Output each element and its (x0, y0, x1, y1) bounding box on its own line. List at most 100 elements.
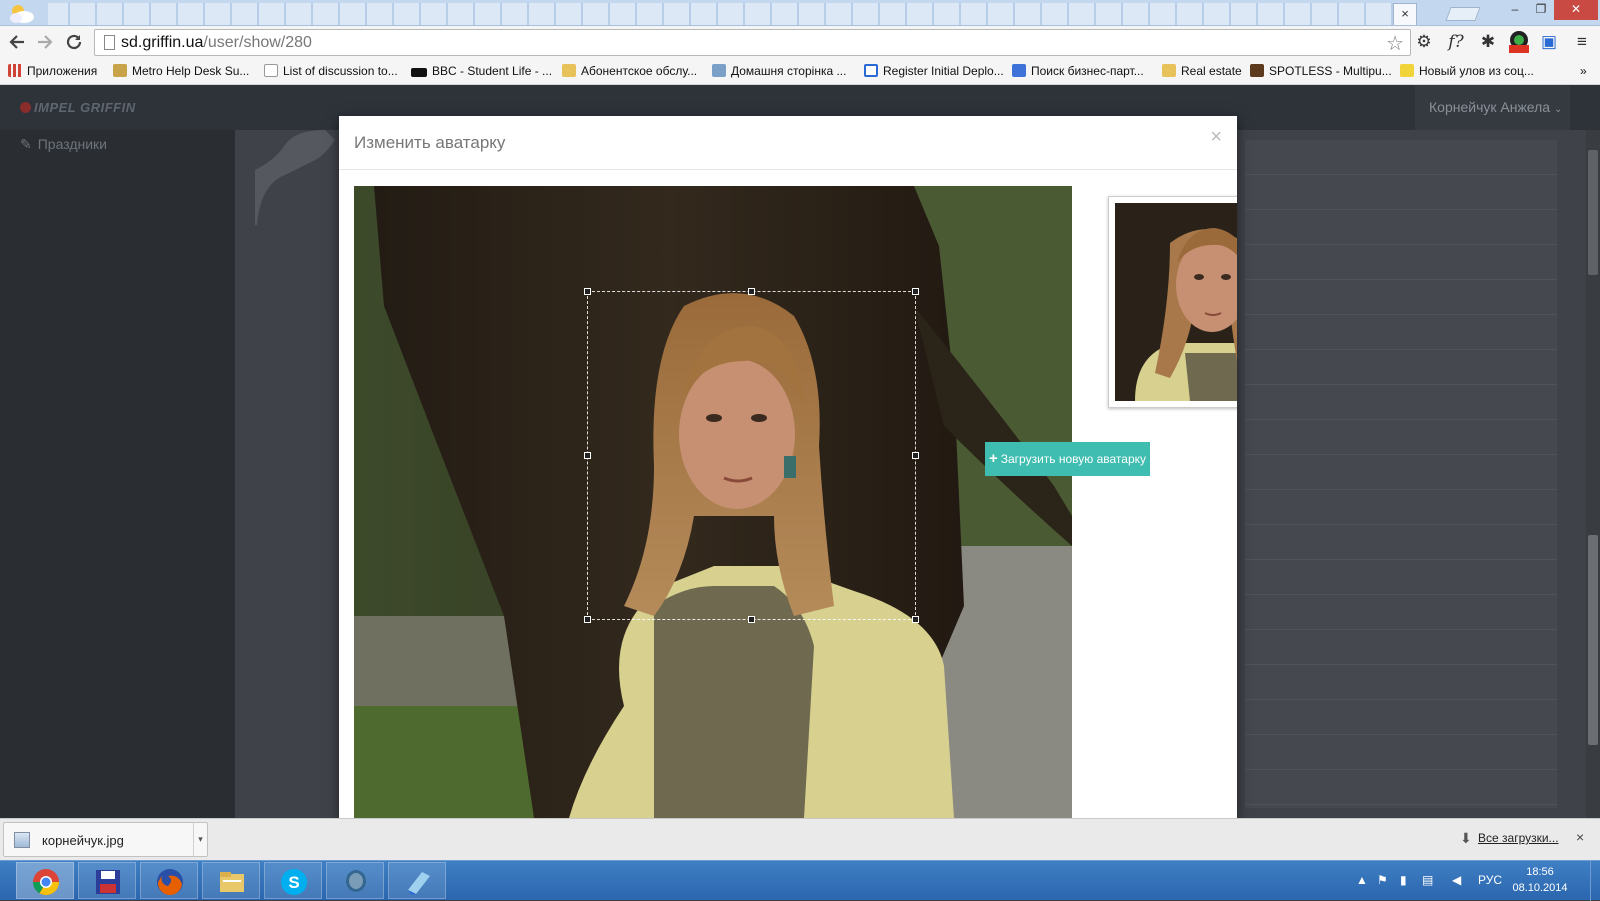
bookmark-star-icon[interactable]: ☆ (1386, 31, 1404, 56)
bookmark-business-search[interactable]: Поиск бизнес-парт... (1012, 63, 1144, 80)
show-desktop-button[interactable] (1590, 861, 1600, 901)
language-indicator[interactable]: РУС (1478, 873, 1502, 887)
folder-icon (562, 64, 576, 77)
browser-toolbar: sd.griffin.ua/user/show/280 ☆ ⚙ f? ✱ ▣ ≡ (0, 26, 1600, 58)
pinned-tabs[interactable] (48, 3, 1393, 25)
calendar-icon (864, 64, 878, 77)
taskbar-notes[interactable] (388, 862, 446, 899)
crop-handle-e[interactable] (912, 452, 919, 459)
bookmark-home-page[interactable]: Домашня сторінка ... (712, 63, 846, 80)
crop-selection[interactable] (584, 288, 919, 623)
bookmark-list-of-discussion[interactable]: List of discussion to... (264, 63, 398, 80)
bookmark-apps[interactable]: Приложения (8, 63, 97, 80)
upload-new-avatar-button[interactable]: + Загрузить новую аватарку (985, 442, 1150, 476)
downloads-bar: корнейчук.jpg ▾ ⬇ Все загрузки... × (0, 818, 1600, 860)
settings-gear-icon[interactable]: ⚙ (1412, 30, 1436, 54)
bookmark-real-estate[interactable]: Real estate (1162, 63, 1242, 80)
app-logo[interactable]: IMPEL GRIFFIN (20, 100, 136, 115)
bookmark-metro-help-desk[interactable]: Metro Help Desk Su... (113, 63, 249, 80)
avatar-source-photo[interactable] (354, 186, 1072, 818)
firefox-icon (157, 869, 183, 896)
power-icon[interactable]: ▮ (1400, 873, 1407, 887)
spotless-icon (1250, 64, 1264, 77)
address-bar[interactable]: sd.griffin.ua/user/show/280 ☆ (94, 29, 1411, 56)
new-tab-button[interactable] (1445, 7, 1481, 21)
taskbar-firefox[interactable] (140, 862, 198, 899)
back-button[interactable] (5, 30, 29, 54)
fish-icon (1400, 64, 1414, 77)
download-options-button[interactable]: ▾ (193, 823, 207, 856)
modal-close-button[interactable]: × (1210, 126, 1222, 149)
sidebar-item-holidays[interactable]: ✎ Праздники (20, 136, 107, 153)
pencil-icon: ✎ (20, 136, 32, 152)
profile-header-decoration (255, 130, 335, 225)
all-downloads-link[interactable]: Все загрузки... (1478, 831, 1559, 845)
bug-extension-icon[interactable]: ✱ (1476, 30, 1500, 54)
bookmark-abonent[interactable]: Абонентское обслу... (562, 63, 697, 80)
image-file-icon (14, 832, 30, 848)
action-center-flag-icon[interactable]: ⚑ (1377, 873, 1388, 887)
bookmark-register-initial[interactable]: Register Initial Deplo... (864, 63, 1004, 80)
crop-handle-ne[interactable] (912, 288, 919, 295)
content-rows (1245, 140, 1557, 808)
crop-handle-nw[interactable] (584, 288, 591, 295)
crop-handle-sw[interactable] (584, 616, 591, 623)
postgres-icon (346, 870, 366, 892)
taskbar-chrome[interactable] (16, 862, 74, 899)
network-icon[interactable]: ▤ (1422, 873, 1433, 887)
bookmarks-bar: Приложения Metro Help Desk Su... List of… (0, 58, 1600, 85)
avatar-preview (1108, 196, 1237, 408)
minimize-button[interactable]: – (1502, 0, 1528, 20)
weather-gadget-icon (10, 5, 34, 23)
user-menu[interactable]: Корнейчук Анжела ⌄ (1415, 85, 1570, 130)
calendar-extension-icon[interactable]: ▣ (1537, 30, 1561, 54)
chevron-down-icon: ⌄ (1553, 104, 1563, 115)
change-avatar-modal: Изменить аватарку × + Загрузить новую ав… (339, 116, 1237, 818)
crop-handle-w[interactable] (584, 452, 591, 459)
page-icon (264, 64, 278, 77)
url-text[interactable]: sd.griffin.ua/user/show/280 (121, 34, 312, 52)
windows-taskbar: S ▲ ⚑ ▮ ▤ ◀ РУС 18:56 08.10.2014 (0, 860, 1600, 901)
apps-grid-icon (8, 64, 22, 77)
clock-date: 08.10.2014 (1512, 882, 1568, 894)
scrollbar-thumb[interactable] (1588, 150, 1598, 275)
downloads-close-button[interactable]: × (1576, 829, 1584, 845)
crop-handle-se[interactable] (912, 616, 919, 623)
close-window-button[interactable]: ✕ (1554, 0, 1598, 20)
restore-button[interactable]: ❐ (1528, 0, 1554, 20)
bookmark-new-catch[interactable]: Новый улов из соц... (1400, 63, 1534, 80)
new-extension-icon[interactable] (1507, 30, 1531, 54)
forward-arrow-icon (38, 35, 53, 49)
back-arrow-icon (9, 35, 24, 49)
crop-handle-n[interactable] (748, 288, 755, 295)
avatar-preview-image (1115, 203, 1237, 401)
download-item[interactable]: корнейчук.jpg ▾ (3, 822, 208, 857)
menu-hamburger-icon[interactable]: ≡ (1570, 30, 1594, 54)
forward-button[interactable] (33, 30, 57, 54)
bookmark-bbc[interactable]: BBC - Student Life - ... (411, 63, 552, 80)
tray-expand-icon[interactable]: ▲ (1356, 873, 1368, 887)
sidebar: ✎ Праздники (0, 130, 235, 818)
bookmarks-overflow-button[interactable]: » (1580, 63, 1587, 80)
reload-button[interactable] (62, 30, 86, 54)
clock-time: 18:56 (1526, 866, 1554, 878)
logo-icon (20, 102, 31, 113)
volume-icon[interactable]: ◀ (1452, 873, 1461, 887)
crop-handle-s[interactable] (748, 616, 755, 623)
bbc-icon (411, 68, 427, 77)
bookmark-spotless[interactable]: SPOTLESS - Multipu... (1250, 63, 1392, 80)
site-icon (712, 64, 726, 77)
notes-icon (408, 872, 430, 895)
font-extension-icon[interactable]: f? (1444, 30, 1468, 54)
svg-text:S: S (288, 873, 299, 892)
skype-icon: S (281, 869, 307, 895)
active-tab-close-button[interactable]: × (1393, 3, 1417, 25)
taskbar-explorer[interactable] (202, 862, 260, 899)
folder-icon (1162, 64, 1176, 77)
taskbar-skype[interactable]: S (264, 862, 322, 899)
download-file-name[interactable]: корнейчук.jpg (42, 833, 124, 848)
system-clock[interactable]: 18:56 08.10.2014 (1500, 864, 1580, 896)
taskbar-save-app[interactable] (78, 862, 136, 899)
taskbar-pgadmin[interactable] (326, 862, 384, 899)
reload-icon (66, 34, 82, 50)
